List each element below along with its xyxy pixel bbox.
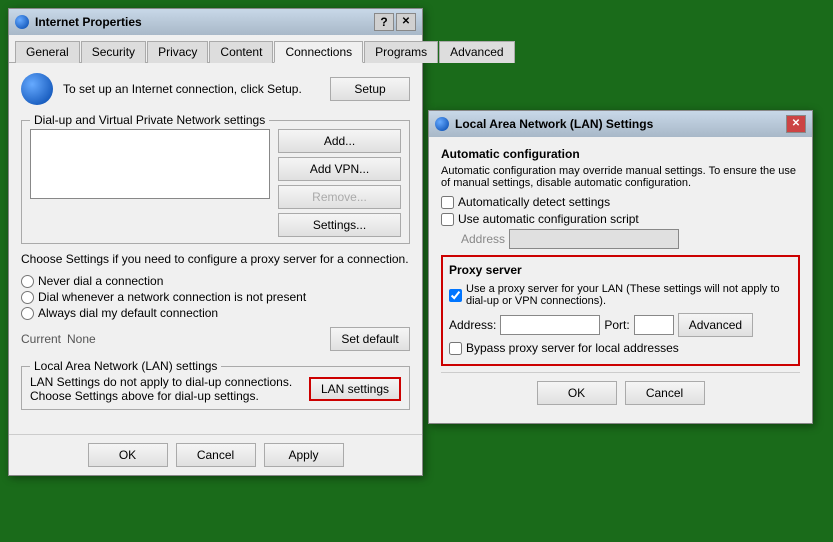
proxy-server-section: Proxy server Use a proxy server for your… <box>441 255 800 366</box>
lan-ok-button[interactable]: OK <box>537 381 617 405</box>
proxy-address-input[interactable] <box>500 315 600 335</box>
dialup-content: Add... Add VPN... Remove... Settings... <box>30 129 401 237</box>
apply-button[interactable]: Apply <box>264 443 344 467</box>
set-default-button[interactable]: Set default <box>330 327 410 351</box>
ie-icon <box>15 15 29 29</box>
auto-script-row: Use automatic configuration script <box>441 212 800 226</box>
advanced-button[interactable]: Advanced <box>678 313 753 337</box>
connections-tab-content: To set up an Internet connection, click … <box>9 63 422 428</box>
lan-settings-button[interactable]: LAN settings <box>309 377 401 401</box>
proxy-checkbox-row: Use a proxy server for your LAN (These s… <box>449 283 792 307</box>
lan-description: LAN Settings do not apply to dial-up con… <box>30 375 299 403</box>
internet-props-bottom-buttons: OK Cancel Apply <box>9 434 422 475</box>
proxy-addr-row: Address: Port: Advanced <box>449 313 792 337</box>
setup-text: To set up an Internet connection, click … <box>63 82 320 96</box>
bypass-checkbox[interactable] <box>449 342 462 355</box>
tab-security[interactable]: Security <box>81 41 146 63</box>
bypass-checkbox-row: Bypass proxy server for local addresses <box>449 341 792 355</box>
lan-cancel-button[interactable]: Cancel <box>625 381 705 405</box>
radio-group: Never dial a connection Dial whenever a … <box>21 270 410 324</box>
current-row: Current None Set default <box>21 327 410 351</box>
setup-row: To set up an Internet connection, click … <box>21 73 410 105</box>
tab-programs[interactable]: Programs <box>364 41 438 63</box>
tab-bar: General Security Privacy Content Connect… <box>9 35 422 63</box>
internet-properties-window: Internet Properties ? ✕ General Security… <box>8 8 423 476</box>
lan-settings-titlebar: Local Area Network (LAN) Settings ✕ <box>429 111 812 137</box>
address-top-label: Address <box>461 232 505 246</box>
address-top-row: Address <box>441 229 800 249</box>
current-label: Current <box>21 332 61 346</box>
choose-settings-text: Choose Settings if you need to configure… <box>21 252 410 266</box>
auto-config-description: Automatic configuration may override man… <box>441 165 800 189</box>
tab-content[interactable]: Content <box>209 41 273 63</box>
current-value: None <box>67 332 96 346</box>
auto-script-label: Use automatic configuration script <box>458 212 639 226</box>
ie-globe-icon <box>21 73 53 105</box>
add-vpn-button[interactable]: Add VPN... <box>278 157 401 181</box>
lan-content: LAN Settings do not apply to dial-up con… <box>30 375 401 403</box>
lan-settings-dialog: Local Area Network (LAN) Settings ✕ Auto… <box>428 110 813 424</box>
proxy-port-input[interactable] <box>634 315 674 335</box>
tab-general[interactable]: General <box>15 41 80 63</box>
lan-section: Local Area Network (LAN) settings LAN Se… <box>21 359 410 410</box>
radio-row-2: Always dial my default connection <box>21 306 410 320</box>
lan-legend: Local Area Network (LAN) settings <box>30 359 221 373</box>
dialup-list[interactable] <box>30 129 270 199</box>
proxy-port-label: Port: <box>604 318 629 332</box>
add-button[interactable]: Add... <box>278 129 401 153</box>
cancel-button[interactable]: Cancel <box>176 443 256 467</box>
auto-config-section: Automatic configuration Automatic config… <box>441 147 800 249</box>
proxy-checkbox[interactable] <box>449 289 462 302</box>
radio-row-0: Never dial a connection <box>21 274 410 288</box>
auto-detect-label: Automatically detect settings <box>458 195 610 209</box>
dialup-buttons: Add... Add VPN... Remove... Settings... <box>278 129 401 237</box>
radio-always-label: Always dial my default connection <box>38 306 218 320</box>
internet-props-titlebar: Internet Properties ? ✕ <box>9 9 422 35</box>
radio-never-label: Never dial a connection <box>38 274 163 288</box>
settings-button[interactable]: Settings... <box>278 213 401 237</box>
tab-privacy[interactable]: Privacy <box>147 41 208 63</box>
radio-row-1: Dial whenever a network connection is no… <box>21 290 410 304</box>
tab-advanced[interactable]: Advanced <box>439 41 514 63</box>
lan-ie-icon <box>435 117 449 131</box>
proxy-address-label: Address: <box>449 318 496 332</box>
radio-never[interactable] <box>21 275 34 288</box>
address-top-input <box>509 229 679 249</box>
lan-close-button[interactable]: ✕ <box>786 115 806 133</box>
setup-button[interactable]: Setup <box>330 77 410 101</box>
dialup-legend: Dial-up and Virtual Private Network sett… <box>30 113 269 127</box>
bypass-label: Bypass proxy server for local addresses <box>466 341 679 355</box>
radio-always[interactable] <box>21 307 34 320</box>
radio-whenever-label: Dial whenever a network connection is no… <box>38 290 306 304</box>
auto-config-title: Automatic configuration <box>441 147 800 161</box>
lan-settings-bottom-buttons: OK Cancel <box>441 372 800 413</box>
dialup-section: Dial-up and Virtual Private Network sett… <box>21 113 410 244</box>
lan-settings-title: Local Area Network (LAN) Settings <box>455 117 653 131</box>
auto-detect-row: Automatically detect settings <box>441 195 800 209</box>
lan-settings-content: Automatic configuration Automatic config… <box>429 137 812 423</box>
radio-whenever[interactable] <box>21 291 34 304</box>
close-button[interactable]: ✕ <box>396 13 416 31</box>
proxy-checkbox-label: Use a proxy server for your LAN (These s… <box>466 283 792 307</box>
proxy-section-title: Proxy server <box>449 263 792 277</box>
ok-button[interactable]: OK <box>88 443 168 467</box>
auto-detect-checkbox[interactable] <box>441 196 454 209</box>
auto-script-checkbox[interactable] <box>441 213 454 226</box>
remove-button[interactable]: Remove... <box>278 185 401 209</box>
internet-props-title: Internet Properties <box>35 15 142 29</box>
help-button[interactable]: ? <box>374 13 394 31</box>
tab-connections[interactable]: Connections <box>274 41 363 63</box>
